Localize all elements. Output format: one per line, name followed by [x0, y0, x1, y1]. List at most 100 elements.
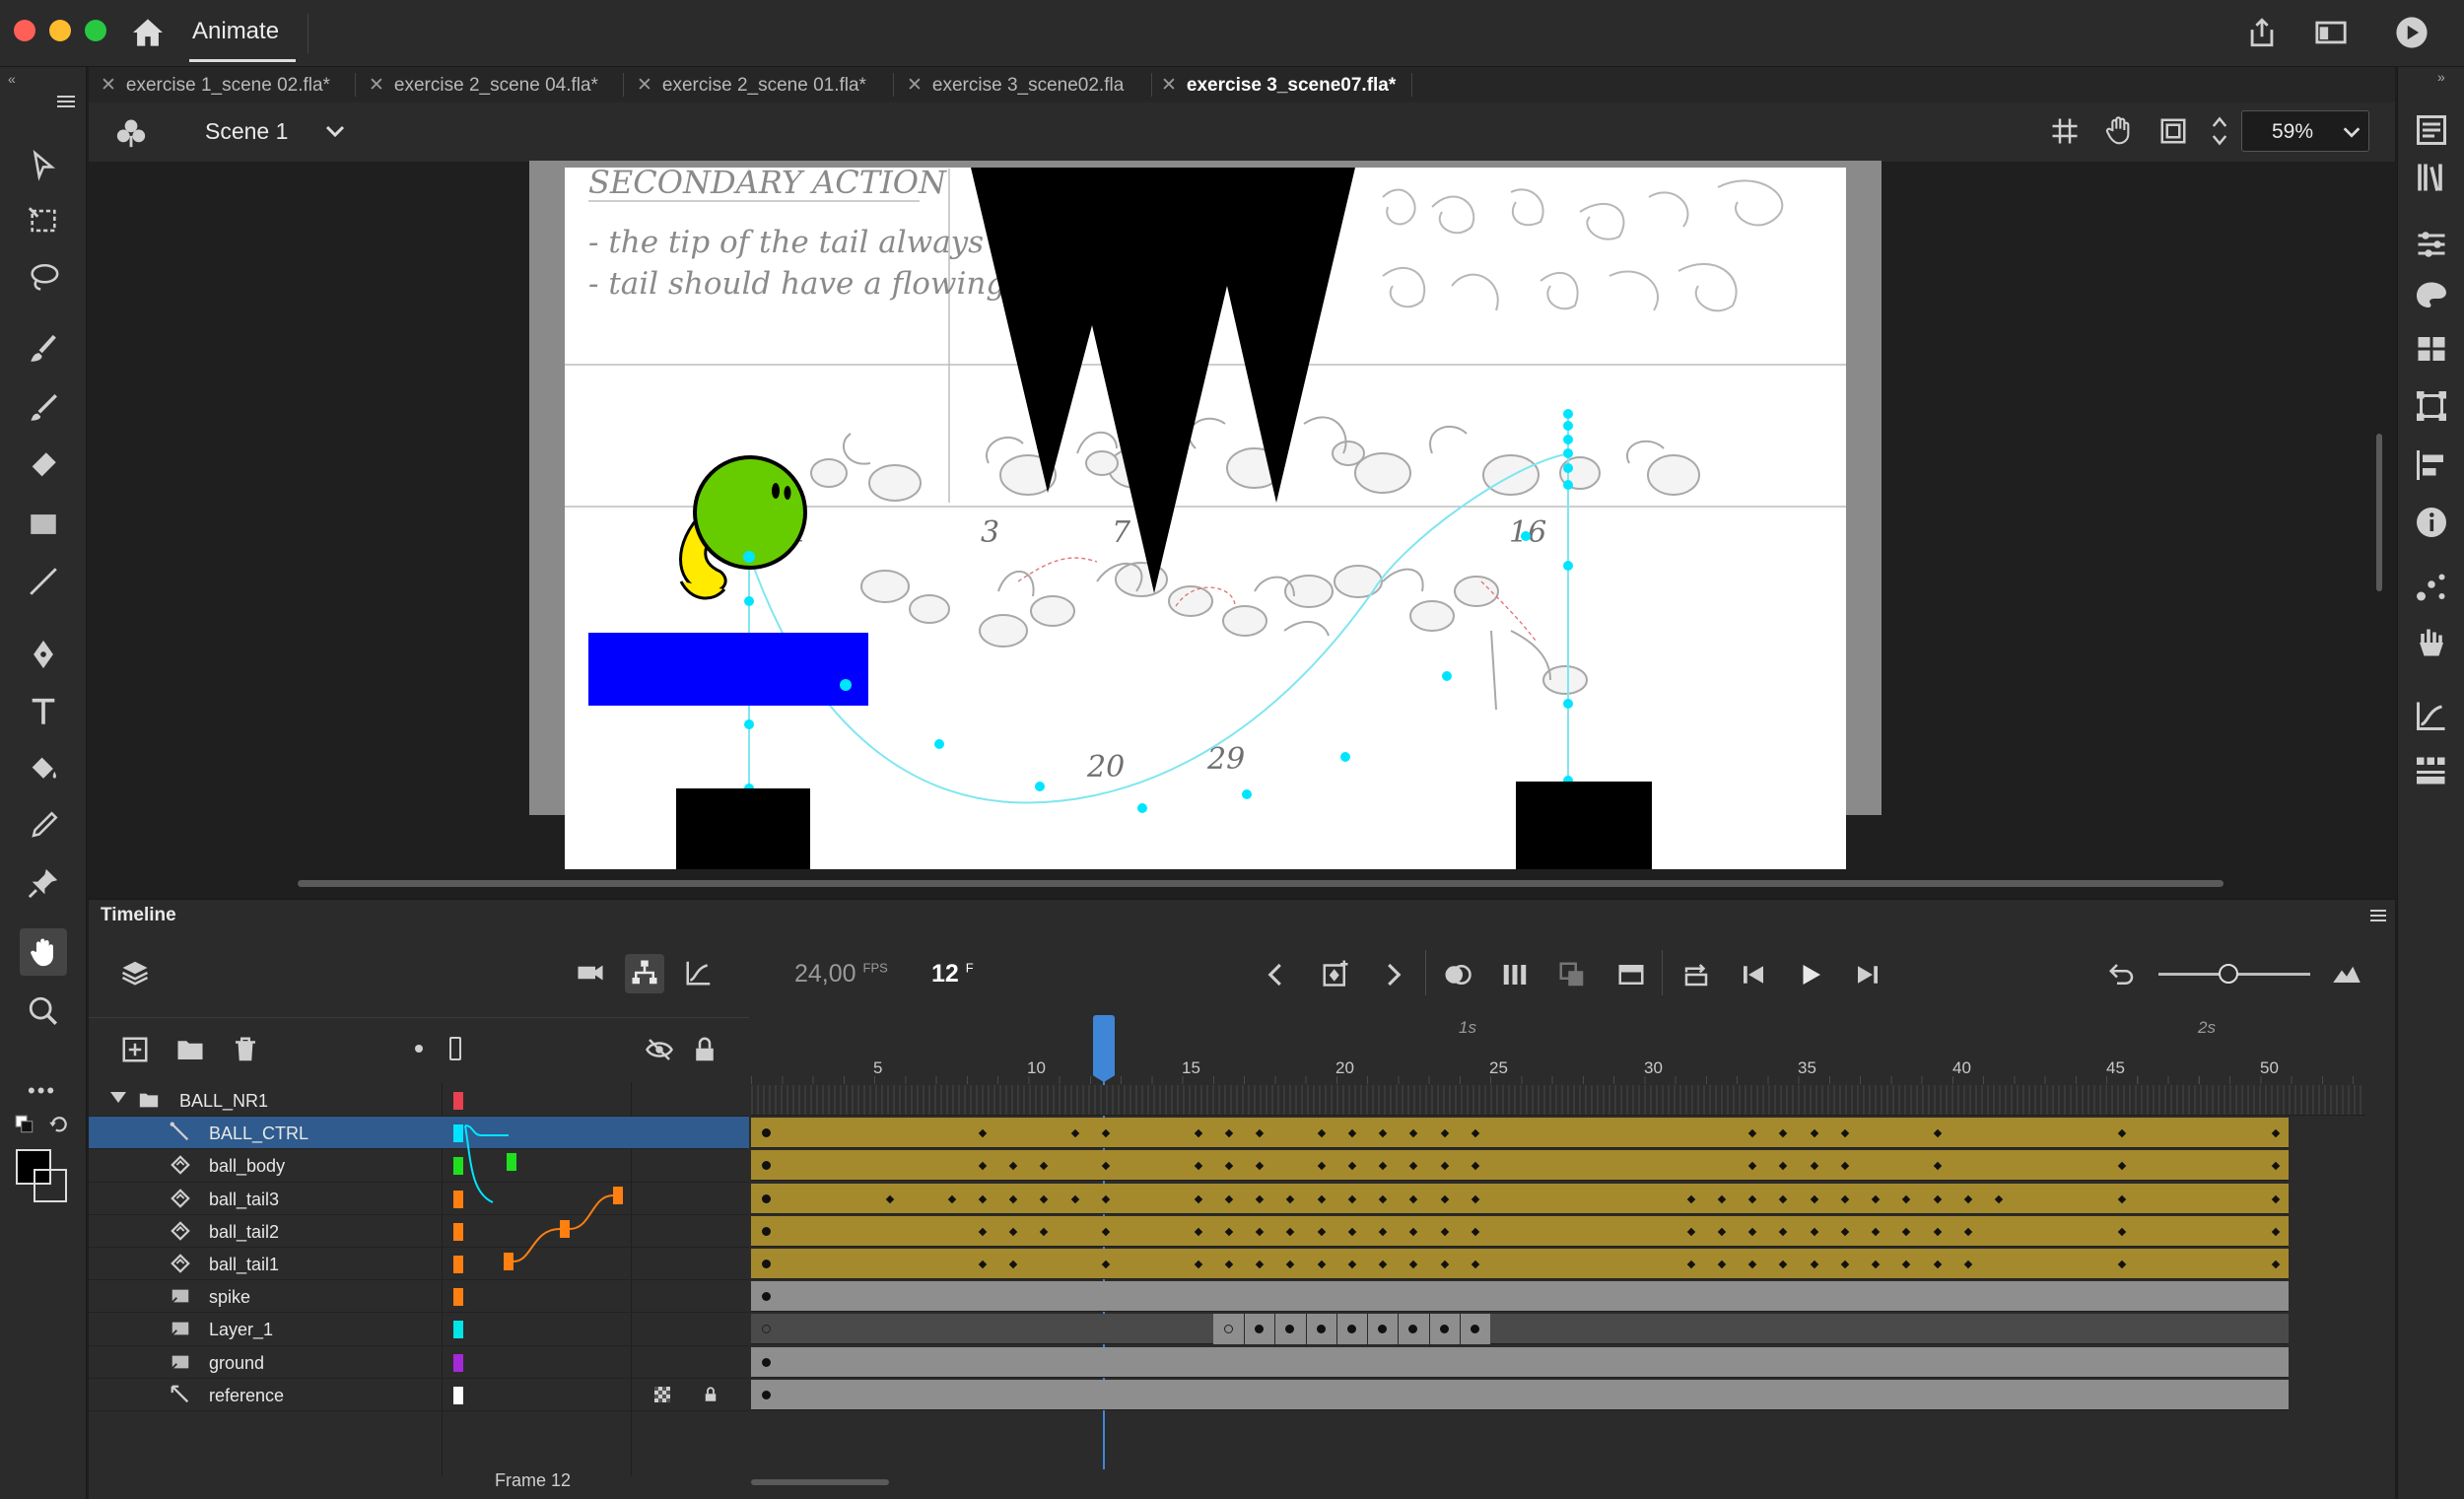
new-folder-icon[interactable]: [175, 1035, 205, 1069]
fps-display[interactable]: 24,00 FPS: [794, 960, 888, 988]
doc-tab[interactable]: ✕ exercise 2_scene 04.fla*: [369, 67, 598, 102]
layer-row[interactable]: ball_tail1: [89, 1248, 749, 1280]
pin-tool-icon[interactable]: [20, 859, 67, 907]
dock-collapse-icon[interactable]: »: [2437, 69, 2445, 85]
keyframe[interactable]: [1316, 1325, 1326, 1334]
zoom-stepper-icon[interactable]: [2210, 110, 2229, 152]
stage-horizontal-scrollbar[interactable]: [298, 880, 2224, 887]
outline-toggle-icon[interactable]: [449, 1037, 461, 1060]
doc-tab[interactable]: ✕ exercise 1_scene 02.fla*: [101, 67, 330, 102]
panel-menu-icon[interactable]: [55, 95, 77, 108]
onion-skin-icon[interactable]: [1443, 960, 1472, 994]
frame-row[interactable]: [751, 1085, 2365, 1116]
scene-label[interactable]: Scene 1: [205, 118, 288, 145]
close-tab-icon[interactable]: ✕: [1161, 75, 1177, 96]
layer-row[interactable]: spike: [89, 1280, 749, 1313]
keyframe[interactable]: [762, 1193, 771, 1203]
layer-row[interactable]: ball_tail3: [89, 1183, 749, 1215]
timeline-menu-icon[interactable]: [2369, 909, 2387, 922]
layer-name[interactable]: reference: [209, 1386, 284, 1406]
frame-row[interactable]: [751, 1379, 2289, 1410]
properties-panel-icon[interactable]: [2414, 112, 2449, 148]
play-icon[interactable]: [1796, 960, 1825, 994]
home-icon[interactable]: [131, 18, 165, 47]
create-tween-icon[interactable]: [1616, 960, 1646, 994]
panel-collapse-icon[interactable]: «: [8, 71, 16, 87]
timeline-horizontal-scrollbar[interactable]: [751, 1479, 889, 1485]
close-window-button[interactable]: [14, 20, 35, 41]
parent-swatch[interactable]: [453, 1124, 463, 1142]
free-transform-tool-icon[interactable]: [20, 197, 67, 244]
reset-colors-icon[interactable]: [47, 1114, 69, 1135]
share-icon[interactable]: [2245, 16, 2279, 49]
layer-row[interactable]: ball_tail2: [89, 1215, 749, 1248]
layer-color-tag[interactable]: [453, 1353, 463, 1372]
graph-icon[interactable]: [684, 958, 714, 992]
doc-tab[interactable]: ✕ exercise 3_scene02.fla: [907, 67, 1124, 102]
frame-row[interactable]: [751, 1314, 2289, 1345]
keyframe[interactable]: [762, 1226, 771, 1236]
rectangle-tool-icon[interactable]: [20, 501, 67, 548]
layer-lock-icon[interactable]: [702, 1386, 719, 1408]
stage-canvas[interactable]: SECONDARY ACTION - the tip of the tail a…: [565, 168, 1846, 869]
close-tab-icon[interactable]: ✕: [369, 75, 384, 96]
minimize-window-button[interactable]: [49, 20, 71, 41]
layer-color-tag[interactable]: [453, 1092, 463, 1110]
fill-color-swatch[interactable]: [34, 1169, 67, 1202]
scene-dropdown-chevron-icon[interactable]: [323, 122, 347, 142]
more-tools-icon[interactable]: •••: [28, 1078, 56, 1104]
undo-frame-icon[interactable]: [2107, 960, 2137, 994]
close-tab-icon[interactable]: ✕: [907, 75, 923, 96]
visibility-toggle-icon[interactable]: [645, 1035, 674, 1069]
layer-stack-icon[interactable]: [120, 958, 150, 992]
layer-row[interactable]: ball_body: [89, 1149, 749, 1182]
layer-name[interactable]: ball_tail2: [209, 1222, 279, 1243]
keyframe[interactable]: [1439, 1325, 1449, 1334]
zoom-mountain-icon[interactable]: [2332, 958, 2361, 992]
text-tool-icon[interactable]: [20, 688, 67, 735]
zoom-tool-icon[interactable]: [20, 988, 67, 1035]
hand-rotate-icon[interactable]: [2103, 114, 2135, 146]
layer-parenting-icon[interactable]: [630, 958, 659, 992]
doc-tab-active[interactable]: ✕ exercise 3_scene07.fla*: [1161, 67, 1396, 102]
swatches-icon[interactable]: [2414, 331, 2449, 367]
layer-name[interactable]: Layer_1: [209, 1320, 273, 1340]
step-back-icon[interactable]: [1739, 960, 1768, 994]
workspace-icon[interactable]: [2314, 18, 2348, 47]
zoom-window-button[interactable]: [85, 20, 106, 41]
close-tab-icon[interactable]: ✕: [101, 75, 116, 96]
delete-layer-icon[interactable]: [231, 1035, 260, 1069]
adjust-panel-icon[interactable]: [2414, 227, 2449, 262]
stage-vertical-scrollbar[interactable]: [2376, 434, 2382, 591]
insert-keyframe-icon[interactable]: [1321, 958, 1350, 992]
timeline-title[interactable]: Timeline: [101, 905, 176, 926]
keyframe[interactable]: [762, 1260, 771, 1268]
swap-colors-icon[interactable]: [14, 1114, 35, 1135]
layer-name[interactable]: ball_body: [209, 1156, 285, 1177]
layer-name[interactable]: ball_tail3: [209, 1190, 279, 1210]
playhead-handle[interactable]: [1093, 1015, 1115, 1082]
layer-color-tag[interactable]: [453, 1321, 463, 1339]
info-panel-icon[interactable]: [2414, 505, 2449, 540]
new-layer-icon[interactable]: [120, 1035, 150, 1069]
close-tab-icon[interactable]: ✕: [637, 75, 652, 96]
loop-icon[interactable]: [1681, 960, 1711, 994]
app-title[interactable]: Animate: [192, 18, 279, 45]
eyedropper-tool-icon[interactable]: [20, 802, 67, 850]
motion-editor-icon[interactable]: [2414, 698, 2449, 733]
snap-grid-icon[interactable]: [2050, 116, 2080, 146]
line-tool-icon[interactable]: [20, 558, 67, 605]
hand-tool-icon[interactable]: [20, 928, 67, 976]
layer-name[interactable]: ball_tail1: [209, 1255, 279, 1275]
highlight-dot-icon[interactable]: [415, 1045, 423, 1053]
layer-name[interactable]: ground: [209, 1353, 264, 1374]
step-forward-icon[interactable]: [1853, 960, 1882, 994]
pen-tool-icon[interactable]: [20, 631, 67, 678]
brush-tool-icon[interactable]: [20, 384, 67, 432]
frame-row[interactable]: [751, 1281, 2289, 1313]
layer-name[interactable]: spike: [209, 1287, 250, 1308]
edit-multiple-frames-icon[interactable]: [1500, 960, 1530, 994]
lock-all-icon[interactable]: [690, 1035, 719, 1069]
motion-presets-icon[interactable]: [2414, 570, 2449, 605]
timeline-zoom-slider-thumb[interactable]: [2219, 964, 2238, 984]
